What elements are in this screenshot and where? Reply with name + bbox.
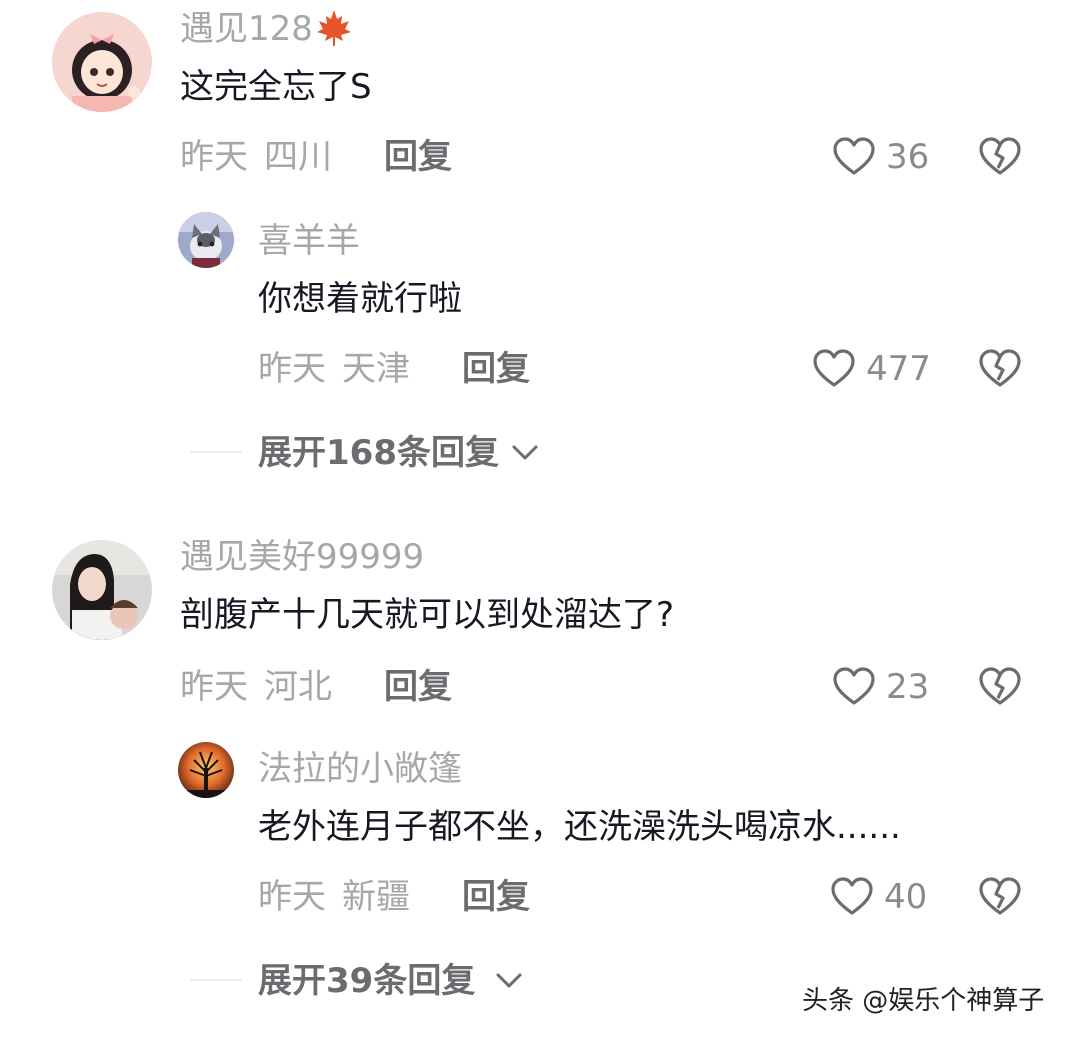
comment-text: 这完全忘了S <box>180 67 372 107</box>
heart-icon[interactable] <box>830 876 874 916</box>
heart-icon[interactable] <box>812 348 856 388</box>
avatar-photo-image <box>52 540 152 640</box>
comment-time: 昨天 <box>180 667 248 707</box>
reply-location: 天津 <box>342 349 410 389</box>
broken-heart-icon[interactable] <box>978 348 1022 388</box>
avatar[interactable] <box>178 742 234 798</box>
avatar-cat-image <box>178 212 234 268</box>
like-count: 23 <box>886 667 930 707</box>
expand-divider <box>190 451 242 453</box>
comment-location: 四川 <box>264 137 332 177</box>
comment-username[interactable]: 遇见128 <box>180 12 313 46</box>
reply-time: 昨天 <box>258 877 326 917</box>
reply-location: 新疆 <box>342 877 410 917</box>
broken-heart-icon[interactable] <box>978 136 1022 176</box>
reply-button[interactable]: 回复 <box>384 140 452 174</box>
heart-icon[interactable] <box>832 666 876 706</box>
broken-heart-icon[interactable] <box>978 876 1022 916</box>
expand-replies-button[interactable]: 展开168条回复 <box>258 436 499 470</box>
expand-replies-button[interactable]: 展开39条回复 <box>258 964 475 998</box>
watermark: 头条 @娱乐个神算子 <box>802 986 1045 1016</box>
like-count: 40 <box>884 877 928 917</box>
like-count: 477 <box>866 349 931 389</box>
reply-text: 老外连月子都不坐，还洗澡洗头喝凉水...... <box>258 807 901 847</box>
avatar-anime-girl-image <box>52 12 152 112</box>
maple-leaf-icon <box>314 8 354 48</box>
heart-icon[interactable] <box>832 136 876 176</box>
chevron-down-icon[interactable] <box>510 440 540 464</box>
reply-username[interactable]: 法拉的小敞篷 <box>258 752 462 786</box>
comment-text: 剖腹产十几天就可以到处溜达了? <box>180 595 675 635</box>
avatar[interactable] <box>52 12 152 112</box>
avatar-tree-image <box>178 742 234 798</box>
like-count: 36 <box>886 137 930 177</box>
comment-username[interactable]: 遇见美好99999 <box>180 540 424 574</box>
broken-heart-icon[interactable] <box>978 666 1022 706</box>
comment-location: 河北 <box>264 667 332 707</box>
reply-text: 你想着就行啦 <box>258 279 462 319</box>
reply-button[interactable]: 回复 <box>462 352 530 386</box>
comment-time: 昨天 <box>180 137 248 177</box>
reply-button[interactable]: 回复 <box>462 880 530 914</box>
expand-divider <box>190 979 242 981</box>
avatar[interactable] <box>52 540 152 640</box>
reply-button[interactable]: 回复 <box>384 670 452 704</box>
reply-username[interactable]: 喜羊羊 <box>258 224 360 258</box>
avatar[interactable] <box>178 212 234 268</box>
reply-time: 昨天 <box>258 349 326 389</box>
chevron-down-icon[interactable] <box>494 968 524 992</box>
